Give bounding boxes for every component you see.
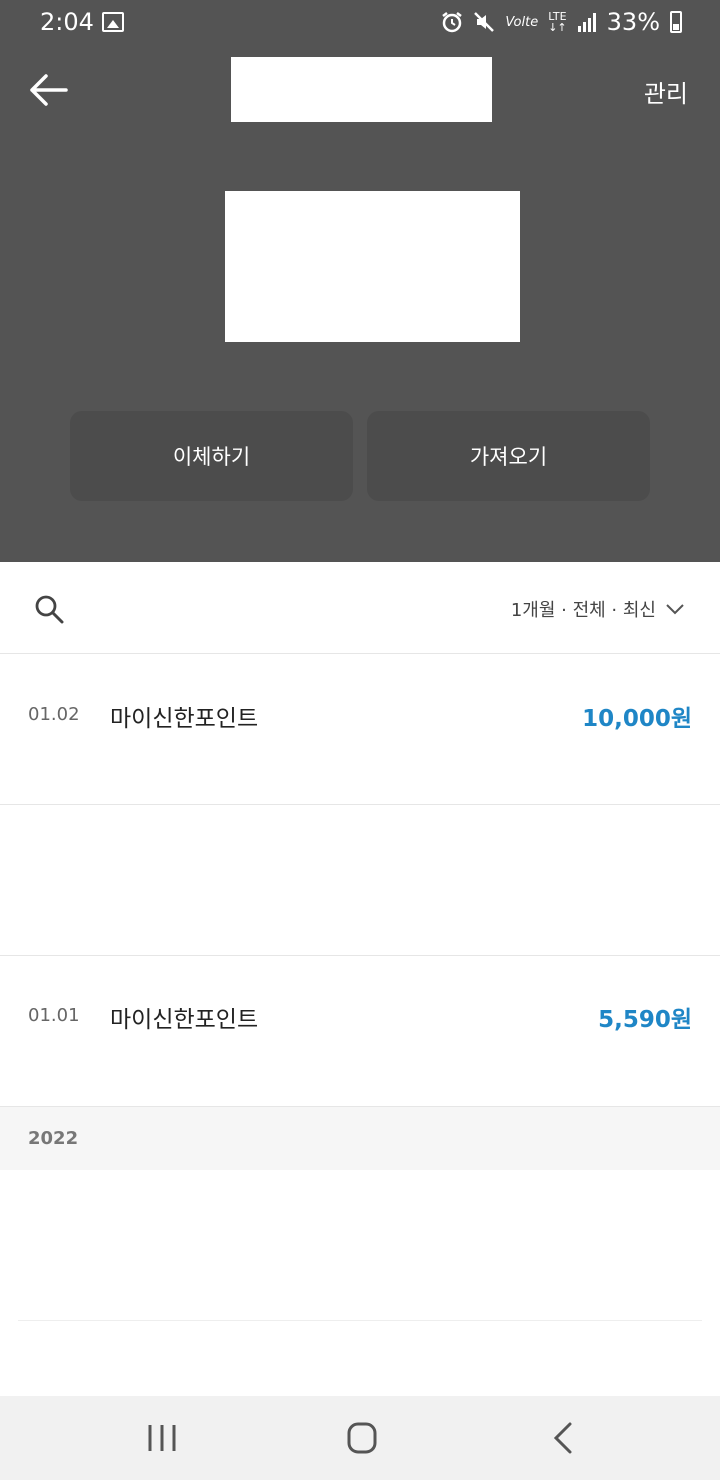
empty-row xyxy=(0,805,720,956)
status-bar: 2:04 Volte LTE ↓↑ 33% xyxy=(0,0,720,46)
transaction-row[interactable]: 01.01 마이신한포인트 5,590원 xyxy=(0,956,720,1107)
mute-icon xyxy=(474,12,495,32)
transaction-date: 01.02 xyxy=(28,704,80,725)
transfer-button[interactable]: 이체하기 xyxy=(70,411,353,501)
chevron-down-icon xyxy=(666,604,684,615)
lte-label: LTE ↓↑ xyxy=(548,10,567,34)
import-button[interactable]: 가져오기 xyxy=(367,411,650,501)
transaction-amount: 5,590원 xyxy=(598,1007,692,1033)
balance-redacted xyxy=(225,191,520,342)
system-nav-bar xyxy=(0,1396,720,1480)
year-label: 2022 xyxy=(28,1128,79,1149)
home-icon[interactable] xyxy=(340,1418,384,1458)
battery-percent: 33% xyxy=(606,8,660,36)
signal-icon xyxy=(577,13,596,32)
status-time: 2:04 xyxy=(40,8,94,36)
empty-row xyxy=(18,1170,702,1321)
filter-dropdown[interactable]: 1개월 · 전체 · 최신 xyxy=(511,596,684,622)
transaction-row[interactable]: 01.02 마이신한포인트 10,000원 xyxy=(0,654,720,805)
alarm-icon xyxy=(442,12,463,33)
gallery-icon xyxy=(102,12,124,32)
transaction-date: 01.01 xyxy=(28,1005,80,1026)
transaction-name: 마이신한포인트 xyxy=(110,706,259,732)
transaction-name: 마이신한포인트 xyxy=(110,1007,259,1033)
transaction-amount: 10,000원 xyxy=(582,706,692,732)
screen: 2:04 Volte LTE ↓↑ 33% 관리 이체하기 가져오기 1개월 ·… xyxy=(0,0,720,1480)
filter-summary: 1개월 · 전체 · 최신 xyxy=(510,600,656,621)
year-section-header: 2022 xyxy=(0,1107,720,1170)
back-icon[interactable] xyxy=(542,1418,586,1458)
account-header: 2:04 Volte LTE ↓↑ 33% 관리 이체하기 가져오기 xyxy=(0,0,720,562)
filter-bar: 1개월 · 전체 · 최신 xyxy=(0,562,720,654)
transfer-label: 이체하기 xyxy=(172,445,251,469)
arrow-left-icon[interactable] xyxy=(26,70,70,110)
manage-button[interactable]: 관리 xyxy=(644,74,688,109)
import-label: 가져오기 xyxy=(469,445,548,469)
status-icons: Volte LTE ↓↑ 33% xyxy=(441,8,682,36)
recents-icon[interactable] xyxy=(140,1418,184,1458)
account-title-redacted xyxy=(231,57,492,122)
volte-label: Volte xyxy=(505,14,539,30)
search-icon[interactable] xyxy=(34,594,64,624)
battery-icon xyxy=(670,11,682,33)
